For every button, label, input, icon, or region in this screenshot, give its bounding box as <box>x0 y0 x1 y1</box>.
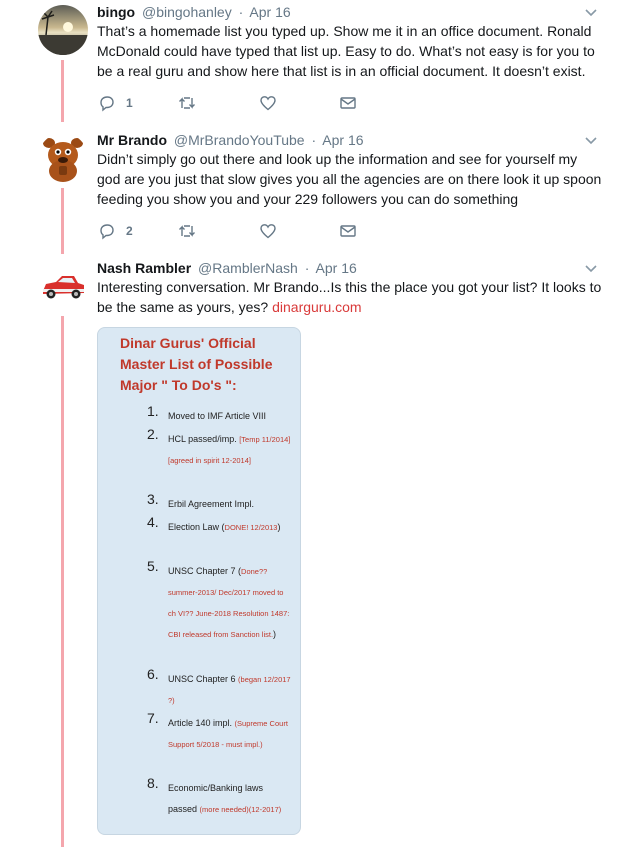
reply-icon <box>100 96 114 112</box>
tweet-text: Didn’t simply go out there and look up t… <box>97 151 602 207</box>
like-button[interactable] <box>259 221 277 241</box>
tweet-actions: 2 <box>98 221 378 241</box>
retweet-icon <box>179 225 195 237</box>
user-handle[interactable]: @RamblerNash <box>198 260 298 276</box>
tweet-nash-rambler[interactable]: Nash Rambler @RamblerNash · Apr 16 Inter… <box>0 256 638 847</box>
reply-icon <box>100 224 114 240</box>
tweet-date[interactable]: Apr 16 <box>249 4 290 20</box>
tweet-header: Nash Rambler @RamblerNash · Apr 16 <box>97 258 357 278</box>
like-icon <box>260 96 276 111</box>
link-dinarguru[interactable]: dinarguru.com <box>272 299 362 315</box>
list-number: 7. <box>147 710 159 726</box>
user-handle[interactable]: @MrBrandoYouTube <box>174 132 305 148</box>
list-number: 4. <box>147 514 159 530</box>
list-text: Election Law (DONE! 12/2013) <box>168 522 281 532</box>
list-text: Economic/Banking laws passed (more neede… <box>168 783 282 814</box>
separator-dot: · <box>304 260 310 276</box>
retweet-icon <box>179 97 195 109</box>
list-text: UNSC Chapter 6 (began 12/2017 ?) <box>168 674 291 705</box>
chevron-down-icon[interactable] <box>584 134 598 148</box>
direct-message-icon <box>340 97 356 109</box>
direct-message-icon <box>340 225 356 237</box>
attached-image-card[interactable]: Dinar Gurus' Official Master List of Pos… <box>97 327 301 835</box>
reply-button[interactable]: 2 <box>98 221 133 241</box>
list-number: 6. <box>147 666 159 682</box>
like-icon <box>260 224 276 239</box>
tweet-actions: 1 <box>98 93 378 113</box>
avatar-mr-brando[interactable] <box>38 133 88 183</box>
avatar-bingo[interactable] <box>38 5 88 55</box>
retweet-button[interactable] <box>178 93 196 113</box>
display-name[interactable]: bingo <box>97 4 135 20</box>
thread-line <box>61 60 64 122</box>
card-title: Dinar Gurus' Official Master List of Pos… <box>120 335 273 393</box>
message-button[interactable] <box>339 221 357 241</box>
separator-dot: · <box>238 4 244 20</box>
list-text: UNSC Chapter 7 (Done?? summer-2013/ Dec/… <box>168 566 290 639</box>
tweet-header: Mr Brando @MrBrandoYouTube · Apr 16 <box>97 130 364 150</box>
thread-line <box>61 188 64 254</box>
display-name[interactable]: Mr Brando <box>97 132 167 148</box>
tweet-header: bingo @bingohanley · Apr 16 <box>97 2 291 22</box>
list-text: HCL passed/imp. [Temp 11/2014] [agreed i… <box>168 434 291 465</box>
chevron-down-icon[interactable] <box>584 6 598 20</box>
chevron-down-icon[interactable] <box>584 262 598 276</box>
list-note: DONE! 12/2013 <box>224 523 278 532</box>
avatar-nash-rambler[interactable] <box>38 261 88 311</box>
display-name[interactable]: Nash Rambler <box>97 260 191 276</box>
separator-dot: · <box>311 132 317 148</box>
list-text: Article 140 impl. (Supreme Court Support… <box>168 718 288 749</box>
tweet-date[interactable]: Apr 16 <box>322 132 363 148</box>
list-number: 3. <box>147 491 159 507</box>
list-note: Done?? summer-2013/ Dec/2017 moved to ch… <box>168 567 290 639</box>
list-text: Moved to IMF Article VIII <box>168 411 267 421</box>
like-button[interactable] <box>259 93 277 113</box>
thread-line <box>61 316 64 847</box>
tweet-date[interactable]: Apr 16 <box>316 260 357 276</box>
reply-count: 1 <box>126 96 133 110</box>
list-number: 1. <box>147 403 159 419</box>
list-number: 5. <box>147 558 159 574</box>
list-number: 2. <box>147 426 159 442</box>
reply-count: 2 <box>126 224 133 238</box>
tweet-text: Interesting conversation. Mr Brando...Is… <box>97 277 602 317</box>
message-button[interactable] <box>339 93 357 113</box>
reply-button[interactable]: 1 <box>98 93 133 113</box>
list-text: Erbil Agreement Impl. <box>168 499 255 509</box>
tweet-text: That’s a homemade list you typed up. Sho… <box>97 23 595 79</box>
user-handle[interactable]: @bingohanley <box>142 4 232 20</box>
list-note: (more needed)(12-2017) <box>199 805 282 814</box>
list-number: 8. <box>147 775 159 791</box>
retweet-button[interactable] <box>178 221 196 241</box>
